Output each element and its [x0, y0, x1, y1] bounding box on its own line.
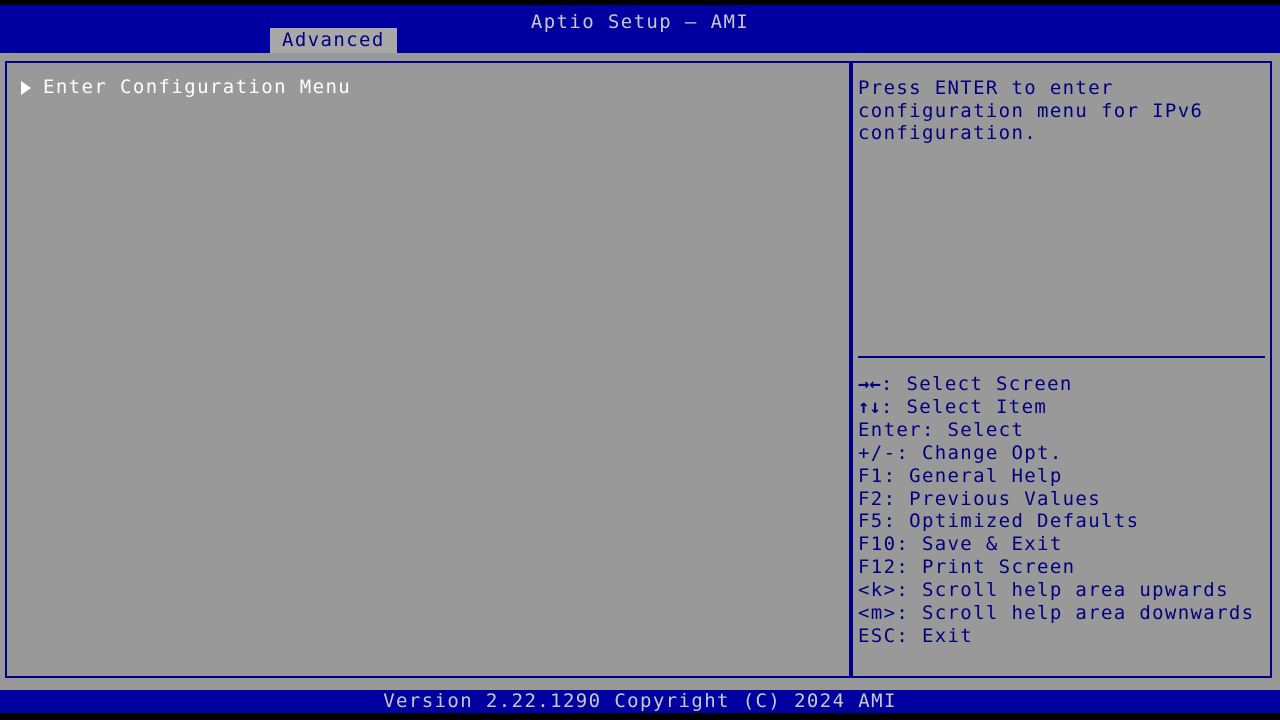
key-legend-label: : Select Screen: [880, 373, 1073, 395]
settings-panel: Enter Configuration Menu: [5, 61, 851, 678]
help-description-line: Press ENTER to enter: [858, 77, 1114, 99]
key-legend-select-screen: →←: Select Screen: [858, 373, 1267, 396]
key-legend-enter-select: Enter: Select: [858, 419, 1267, 442]
tab-advanced[interactable]: Advanced: [270, 28, 397, 53]
key-legend-previous-values: F2: Previous Values: [858, 488, 1267, 511]
help-divider: [858, 356, 1265, 358]
key-legend-change-opt: +/-: Change Opt.: [858, 442, 1267, 465]
key-legend-label: <m>: Scroll help area downwards: [858, 602, 1255, 625]
key-legend-general-help: F1: General Help: [858, 465, 1267, 488]
help-description: Press ENTER to enter configuration menu …: [858, 77, 1266, 145]
menu-item-label: Enter Configuration Menu: [43, 76, 352, 98]
bios-setup-screen: Aptio Setup – AMI Advanced Enter Configu…: [0, 0, 1280, 720]
help-description-line: configuration.: [858, 122, 1038, 144]
key-legend-optimized-defaults: F5: Optimized Defaults: [858, 510, 1267, 533]
key-legend-label: ESC: Exit: [858, 624, 974, 647]
key-legend-label: <k>: Scroll help area upwards: [858, 579, 1229, 602]
key-legend-label: F2: Previous Values: [858, 487, 1101, 510]
menu-item-enter-configuration-menu[interactable]: Enter Configuration Menu: [15, 76, 843, 99]
submenu-triangle-icon: [21, 80, 31, 95]
key-legend-label: F10: Save & Exit: [858, 533, 1063, 556]
settings-menu-list: Enter Configuration Menu: [15, 76, 843, 99]
key-legend-label: Enter: Select: [858, 418, 1025, 441]
key-legend-scroll-help-upwards: <k>: Scroll help area upwards: [858, 579, 1267, 602]
key-legend-label: F1: General Help: [858, 464, 1063, 487]
help-panel: Press ENTER to enter configuration menu …: [851, 61, 1272, 678]
key-legend-esc-exit: ESC: Exit: [858, 625, 1267, 648]
key-legend-scroll-help-downwards: <m>: Scroll help area downwards: [858, 602, 1267, 625]
version-bar: Version 2.22.1290 Copyright (C) 2024 AMI: [0, 690, 1280, 713]
key-legend-print-screen: F12: Print Screen: [858, 556, 1267, 579]
version-text: Version 2.22.1290 Copyright (C) 2024 AMI: [383, 690, 897, 712]
key-legend-select-item: ↑↓: Select Item: [858, 396, 1267, 419]
key-legend-label: F5: Optimized Defaults: [858, 510, 1140, 533]
key-legend-save-and-exit: F10: Save & Exit: [858, 533, 1267, 556]
key-legend-list: →←: Select Screen ↑↓: Select Item Enter:…: [858, 373, 1267, 648]
key-legend-label: F12: Print Screen: [858, 556, 1076, 579]
menu-tab-row: Advanced: [0, 28, 1280, 53]
key-legend-label: : Select Item: [880, 395, 1048, 418]
left-right-arrow-icon: →←: [858, 373, 881, 395]
key-legend-label: +/-: Change Opt.: [858, 441, 1063, 464]
up-down-arrow-icon: ↑↓: [858, 395, 881, 418]
help-description-line: configuration menu for IPv6: [858, 99, 1204, 122]
